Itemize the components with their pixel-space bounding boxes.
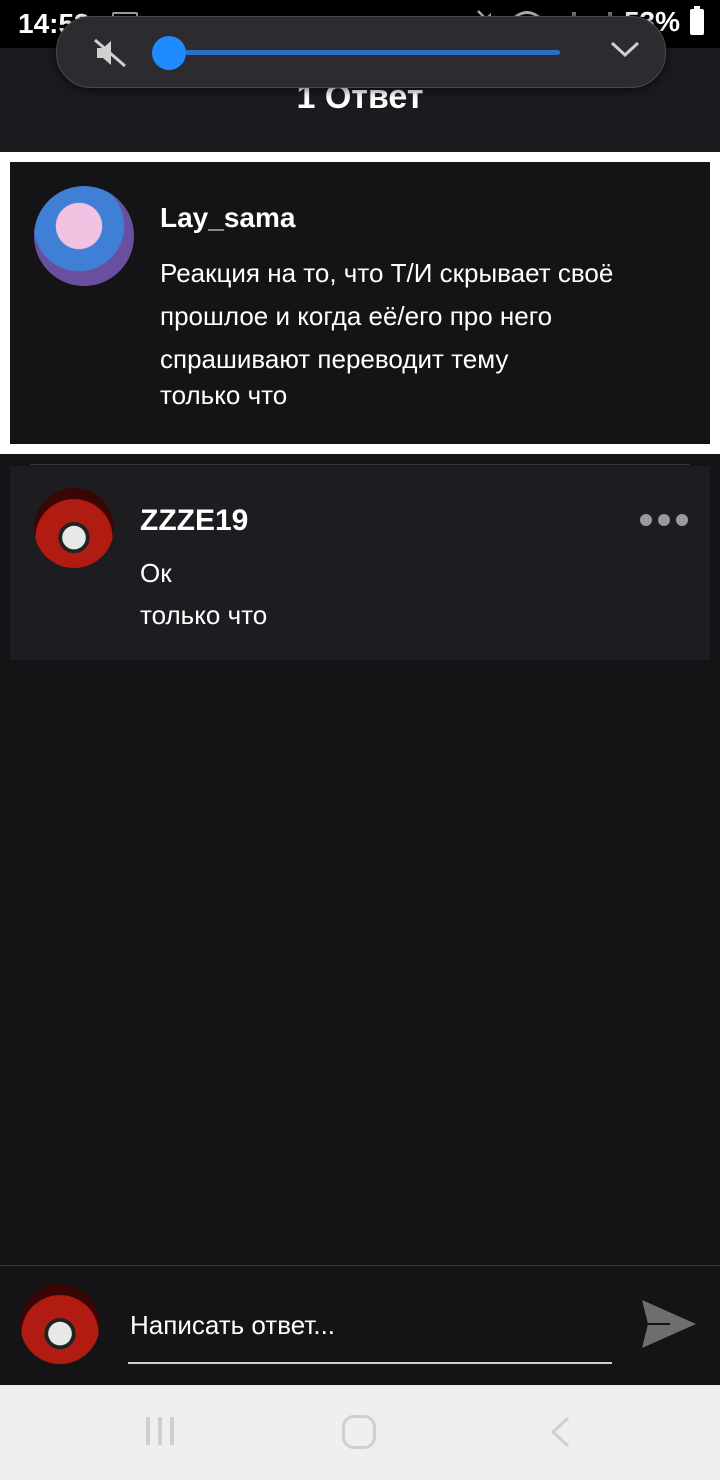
post-text: Реакция на то, что Т/И скрывает своё про… <box>160 258 614 374</box>
reply-text: Ок <box>140 558 172 588</box>
post-author[interactable]: Lay_sama <box>160 202 295 234</box>
post-time: только что <box>160 380 288 410</box>
send-icon[interactable] <box>640 1296 698 1352</box>
volume-slider-thumb[interactable] <box>152 36 186 70</box>
reply-time: только что <box>140 600 268 630</box>
reply-input[interactable] <box>128 1302 612 1364</box>
dot <box>676 514 688 526</box>
avatar[interactable] <box>34 186 134 286</box>
mute-icon[interactable] <box>93 38 127 68</box>
original-post: Lay_sama Реакция на то, что Т/И скрывает… <box>0 152 720 454</box>
reply-item[interactable]: ZZZE19 Ок только что <box>10 466 710 660</box>
back-icon[interactable] <box>548 1415 572 1449</box>
divider <box>30 464 690 465</box>
volume-panel[interactable] <box>56 16 666 88</box>
home-icon[interactable] <box>342 1415 376 1449</box>
avatar <box>20 1284 100 1364</box>
post-card: Lay_sama Реакция на то, что Т/И скрывает… <box>10 162 710 444</box>
volume-slider-track[interactable] <box>170 50 560 55</box>
chevron-down-icon[interactable] <box>609 39 641 59</box>
battery-icon <box>690 6 704 35</box>
dot <box>640 514 652 526</box>
more-options-icon[interactable] <box>640 514 688 526</box>
recent-apps-icon[interactable] <box>144 1415 176 1447</box>
dot <box>658 514 670 526</box>
system-nav-bar <box>0 1385 720 1480</box>
reply-author[interactable]: ZZZE19 <box>140 504 248 538</box>
avatar[interactable] <box>34 488 114 568</box>
compose-bar <box>0 1265 720 1386</box>
